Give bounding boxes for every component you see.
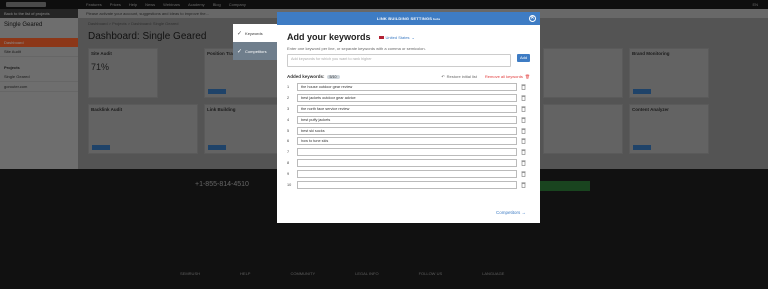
check-icon: ✓ xyxy=(237,30,243,37)
trash-icon[interactable] xyxy=(521,160,526,166)
keyword-number: 5 xyxy=(287,128,290,133)
next-competitors-link[interactable]: Competitors → xyxy=(496,210,526,215)
link-building-settings-modal: LINK BUILDING SETTINGS beta ✕ Add your k… xyxy=(277,12,540,223)
trash-icon[interactable] xyxy=(521,95,526,101)
keyword-input[interactable] xyxy=(297,158,517,167)
beta-badge: beta xyxy=(433,16,441,21)
wizard-step-competitors[interactable]: ✓ Competitors xyxy=(233,42,277,60)
wizard-step-label: Competitors xyxy=(245,48,267,54)
keyword-number: 7 xyxy=(287,150,290,155)
keyword-count-badge: 5/10 xyxy=(326,74,340,79)
modal-header: LINK BUILDING SETTINGS beta ✕ xyxy=(277,12,540,25)
trash-icon[interactable] xyxy=(521,106,526,112)
keyword-input[interactable]: best ski socks xyxy=(297,126,517,135)
remove-label: Remove all keywords xyxy=(484,74,523,79)
keywords-textarea[interactable]: Add keywords for which you want to rank … xyxy=(287,54,512,67)
trash-icon[interactable] xyxy=(521,117,526,123)
add-keywords-button[interactable]: Add xyxy=(517,54,530,62)
modal-title: Add your keywords xyxy=(287,32,371,42)
check-icon: ✓ xyxy=(237,48,243,55)
keyword-number: 1 xyxy=(287,85,290,90)
keyword-number: 2 xyxy=(287,96,290,101)
close-icon[interactable]: ✕ xyxy=(529,15,536,22)
keyword-row: 9 xyxy=(287,168,530,179)
keyword-number: 6 xyxy=(287,139,290,144)
trash-icon[interactable] xyxy=(521,138,526,145)
keywords-hint: Enter one keyword per line, or separate … xyxy=(287,46,426,51)
wizard-steps: ✓ Keywords ✓ Competitors xyxy=(233,24,277,60)
added-keywords-label: Added keywords: xyxy=(287,74,325,79)
restore-list-button[interactable]: ↶ Restore initial list xyxy=(441,74,477,79)
keyword-input[interactable] xyxy=(297,180,517,189)
keyword-input[interactable] xyxy=(297,148,517,157)
modal-header-title: LINK BUILDING SETTINGS xyxy=(376,16,433,21)
trash-icon[interactable] xyxy=(521,84,526,91)
keyword-input[interactable]: the north face service review xyxy=(297,104,517,113)
trash-icon[interactable] xyxy=(521,171,526,177)
us-flag-icon xyxy=(378,35,384,39)
keyword-input[interactable]: best puffy jackets xyxy=(297,115,517,124)
keyword-list: 1 the house outdoor gear review 2 best jack… xyxy=(287,82,530,190)
keyword-row: 2 best jackets outdoor gear advice xyxy=(287,93,530,104)
trash-icon: 🗑 xyxy=(524,74,530,79)
keyword-input[interactable]: the house outdoor gear review xyxy=(297,83,517,92)
wizard-step-label: Keywords xyxy=(245,30,263,36)
keyword-number: 9 xyxy=(287,171,290,176)
chevron-down-icon: ⌄ xyxy=(411,34,415,40)
trash-icon[interactable] xyxy=(521,149,526,155)
keyword-row: 1 the house outdoor gear review xyxy=(287,82,530,93)
keyword-row: 3 the north face service review xyxy=(287,104,530,115)
remove-all-button[interactable]: Remove all keywords 🗑 xyxy=(485,74,530,79)
country-label: United States xyxy=(385,34,410,40)
keyword-number: 4 xyxy=(287,117,290,122)
keyword-input[interactable]: best jackets outdoor gear advice xyxy=(297,94,517,103)
keyword-input[interactable] xyxy=(297,169,517,178)
keyword-row: 10 xyxy=(287,179,530,190)
undo-icon: ↶ xyxy=(441,74,445,79)
keyword-row: 4 best puffy jackets xyxy=(287,114,530,125)
keyword-number: 3 xyxy=(287,106,290,111)
keyword-row: 7 xyxy=(287,147,530,158)
trash-icon[interactable] xyxy=(521,128,526,134)
wizard-step-keywords[interactable]: ✓ Keywords xyxy=(233,24,277,42)
keyword-row: 8 xyxy=(287,158,530,169)
country-select[interactable]: United States ⌄ xyxy=(378,34,415,40)
keyword-input[interactable]: how to tune skis xyxy=(297,137,517,146)
keyword-number: 8 xyxy=(287,160,290,165)
keyword-number: 10 xyxy=(287,182,292,187)
keyword-row: 6 how to tune skis xyxy=(287,136,530,147)
restore-label: Restore initial list xyxy=(446,74,477,79)
keyword-row: 5 best ski socks xyxy=(287,125,530,136)
trash-icon[interactable] xyxy=(521,182,526,188)
